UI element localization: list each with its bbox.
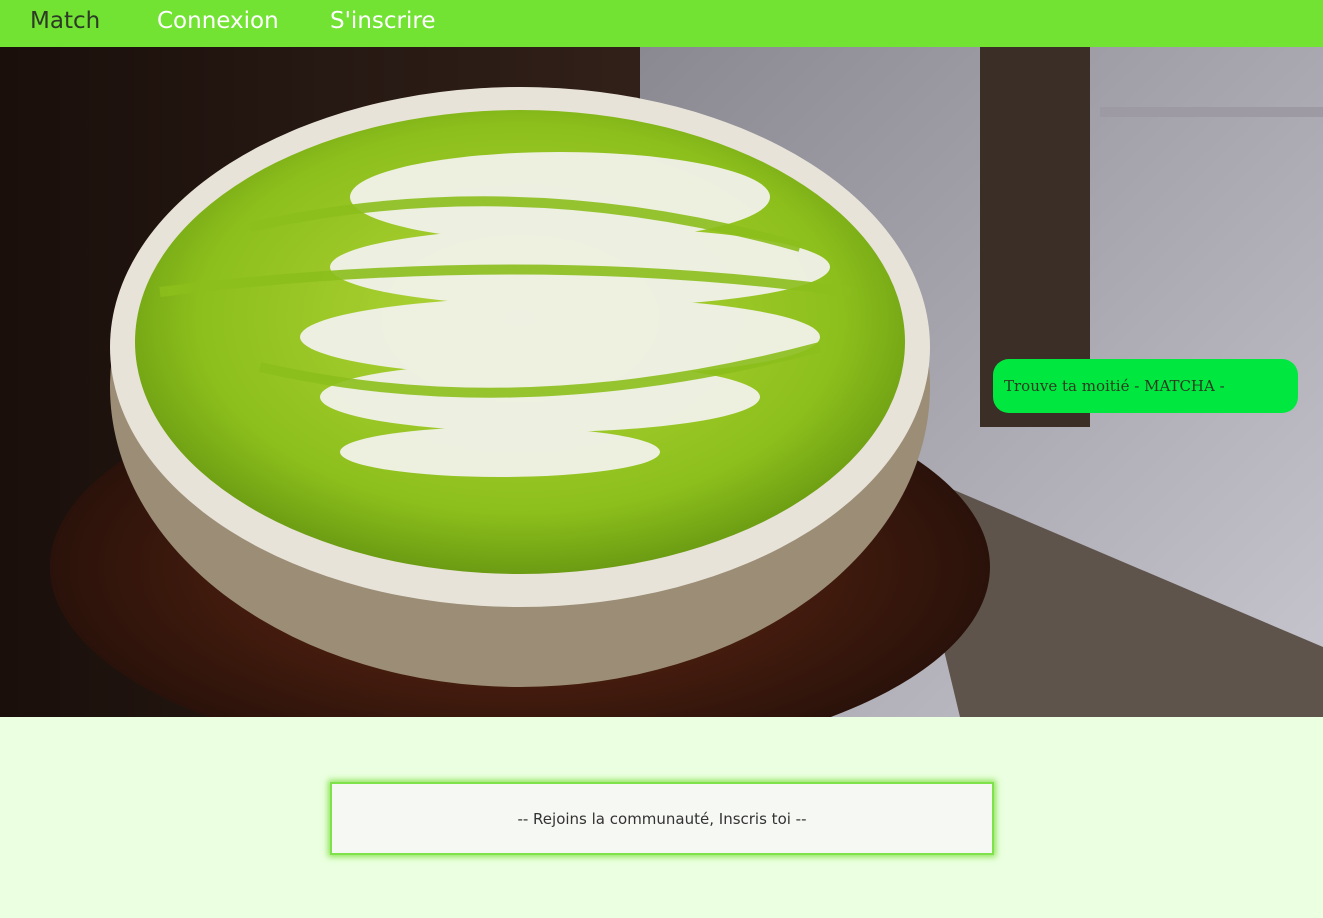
brand-link[interactable]: Match bbox=[30, 0, 100, 42]
join-community-button[interactable]: -- Rejoins la communauté, Inscris toi -- bbox=[330, 782, 994, 855]
signup-link[interactable]: S'inscrire bbox=[330, 0, 435, 42]
top-navbar: Match Connexion S'inscrire bbox=[0, 0, 1323, 47]
hero-banner: Trouve ta moitié - MATCHA - bbox=[0, 47, 1323, 717]
tagline-badge: Trouve ta moitié - MATCHA - bbox=[993, 359, 1298, 413]
login-link[interactable]: Connexion bbox=[157, 0, 279, 42]
